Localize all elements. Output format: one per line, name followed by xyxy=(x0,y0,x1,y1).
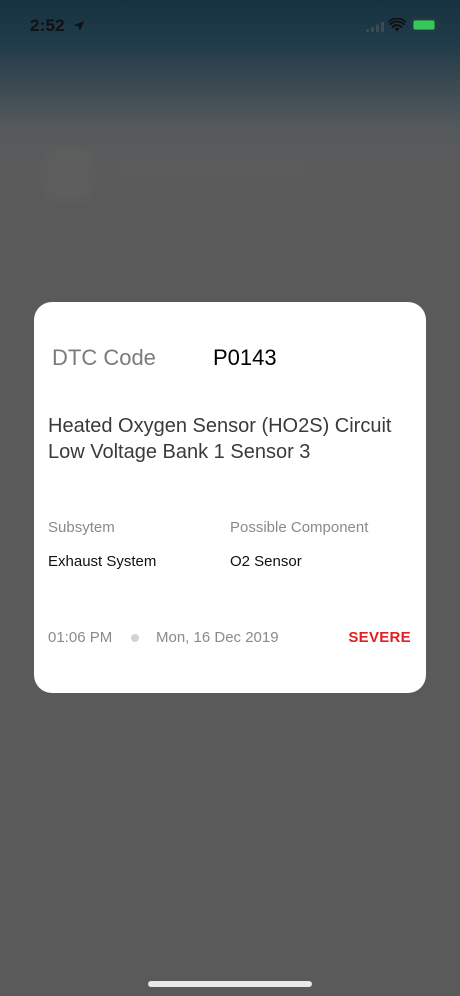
event-date: Mon, 16 Dec 2019 xyxy=(156,629,279,646)
dtc-detail-card: DTC Code P0143 Heated Oxygen Sensor (HO2… xyxy=(34,302,426,693)
event-time: 01:06 PM xyxy=(48,629,113,646)
cellular-signal-icon xyxy=(366,22,384,32)
wifi-icon xyxy=(388,18,406,32)
background-row-blur xyxy=(110,160,310,176)
subsystem-value: Exhaust System xyxy=(48,553,157,570)
background-row-blur xyxy=(40,280,420,290)
severity-badge: SEVERE xyxy=(348,629,411,646)
home-indicator[interactable] xyxy=(148,981,312,987)
location-arrow-icon xyxy=(74,21,84,31)
separator-dot xyxy=(131,634,139,642)
battery-icon xyxy=(411,18,440,32)
dtc-description: Heated Oxygen Sensor (HO2S) Circuit Low … xyxy=(48,415,392,463)
possible-component-label: Possible Component xyxy=(230,519,369,536)
background-avatar-blur xyxy=(46,150,92,200)
possible-component-value: O2 Sensor xyxy=(230,553,302,570)
dtc-code-label: DTC Code xyxy=(52,345,156,370)
dtc-code-value: P0143 xyxy=(213,345,277,370)
screen: 2:52 DTC Code P0143 Heated Oxygen Sensor… xyxy=(0,0,460,996)
status-bar: 2:52 xyxy=(0,0,460,56)
status-time: 2:52 xyxy=(30,16,65,35)
subsystem-label: Subsytem xyxy=(48,519,115,536)
